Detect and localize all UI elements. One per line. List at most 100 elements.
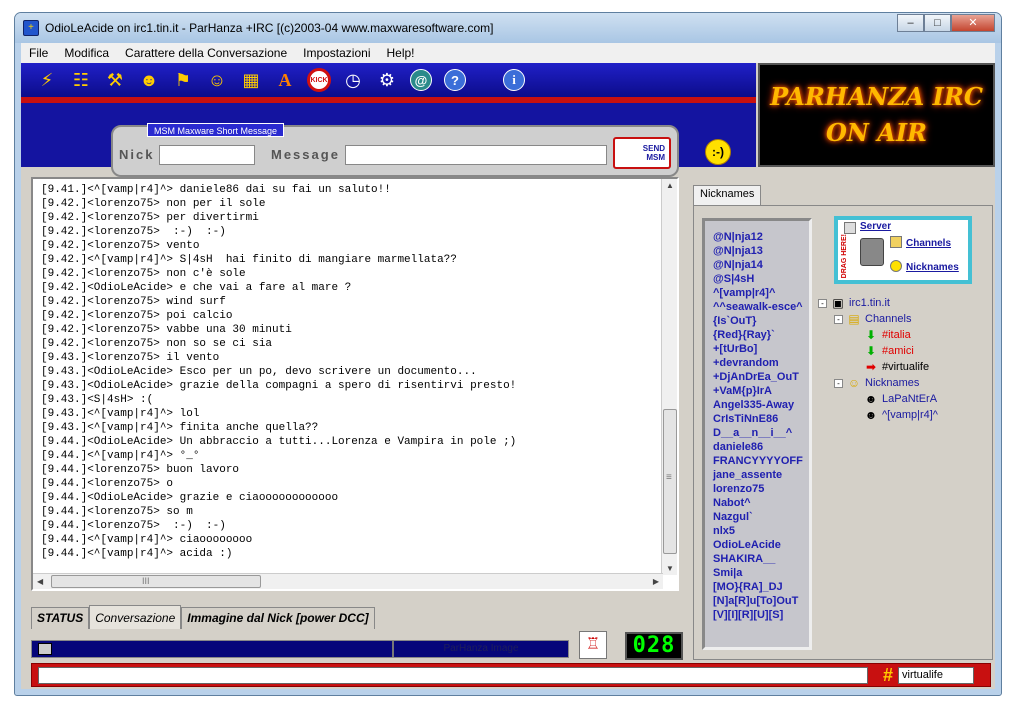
- nick-list-item[interactable]: +devrandom: [713, 356, 809, 370]
- nick-list-item[interactable]: +[tUrBo]: [713, 342, 809, 356]
- msm-message-input[interactable]: [345, 145, 607, 165]
- nick-list-item[interactable]: Nazgul`: [713, 510, 809, 524]
- nick-list-item[interactable]: {Red}{Ray}`: [713, 328, 809, 342]
- font-icon[interactable]: A: [269, 66, 301, 94]
- nick-list-item[interactable]: Angel335-Away: [713, 398, 809, 412]
- nick-list-item[interactable]: [N]a[R]u[To]OuT: [713, 594, 809, 608]
- channel-list-icon[interactable]: ☷: [65, 66, 97, 94]
- minimize-button[interactable]: –: [897, 14, 924, 32]
- nick-list[interactable]: @N|nja12 @N|nja13 @N|nja14 @S|4sH ^[vamp|r4]…: [705, 221, 809, 647]
- nick-list-frame: @N|nja12 @N|nja13 @N|nja14 @S|4sH ^[vamp|r4]…: [702, 218, 812, 650]
- scroll-right-icon[interactable]: ▶: [653, 577, 659, 586]
- status-bar: ParHanza Image: [31, 640, 569, 658]
- help-icon[interactable]: ?: [444, 69, 466, 91]
- nick-list-item[interactable]: Nabot^: [713, 496, 809, 510]
- scroll-left-icon[interactable]: ◀: [37, 577, 43, 586]
- join-icon[interactable]: ⚑: [167, 66, 199, 94]
- app-icon: +: [23, 20, 39, 36]
- nick-list-item[interactable]: FRANCYYYYOFF: [713, 454, 809, 468]
- nick-list-item[interactable]: nlx5: [713, 524, 809, 538]
- kick-icon[interactable]: KICK: [307, 68, 331, 92]
- tree-server-row[interactable]: - ▣ irc1.tin.it: [818, 296, 890, 310]
- nick-list-item[interactable]: lorenzo75: [713, 482, 809, 496]
- nick-list-item[interactable]: @N|nja12: [713, 230, 809, 244]
- nick-list-item[interactable]: SHAKIRA__: [713, 552, 809, 566]
- tree-user-row[interactable]: ☻ ^[vamp|r4]^: [864, 408, 938, 422]
- info-icon[interactable]: i: [503, 69, 525, 91]
- collapse-icon[interactable]: -: [818, 298, 827, 308]
- nick-list-item[interactable]: @S|4sH: [713, 272, 809, 286]
- channel-options-icon[interactable]: ▦: [235, 66, 267, 94]
- email-icon[interactable]: @: [410, 69, 432, 91]
- connect-icon[interactable]: ⚡: [31, 66, 63, 94]
- msm-nick-input[interactable]: [159, 145, 255, 165]
- menu-carattere[interactable]: Carattere della Conversazione: [117, 46, 295, 60]
- nick-list-item[interactable]: ^^seawalk-esce^: [713, 300, 809, 314]
- nick-list-item[interactable]: {Is`OuT}: [713, 314, 809, 328]
- chat-line: [9.42.]<lorenzo75> non c'è sole: [41, 268, 246, 280]
- server-link[interactable]: Server: [860, 221, 891, 232]
- nick-list-item[interactable]: Smi|a: [713, 566, 809, 580]
- client-area: File Modifica Carattere della Conversazi…: [21, 43, 995, 689]
- nick-list-item[interactable]: @N|nja13: [713, 244, 809, 258]
- tree-user-row[interactable]: ☻ LaPaNtErA: [864, 392, 937, 406]
- tools-icon[interactable]: ⚒: [99, 66, 131, 94]
- drag-here-box[interactable]: DRAG HERE! Server Channels Nicknames: [834, 216, 972, 284]
- tab-conversazione[interactable]: Conversazione: [89, 605, 182, 629]
- server-icon: ▣: [832, 296, 844, 310]
- tree-channel-amici[interactable]: ⬇ #amici: [864, 344, 914, 358]
- collapse-icon[interactable]: -: [834, 378, 843, 388]
- nick-list-item[interactable]: daniele86: [713, 440, 809, 454]
- message-input[interactable]: [38, 667, 868, 684]
- exit-door-icon[interactable]: ♖: [579, 631, 607, 659]
- channel-field[interactable]: virtualife: [898, 667, 974, 684]
- nick-icon[interactable]: ☺: [201, 66, 233, 94]
- close-button[interactable]: ✕: [951, 14, 995, 32]
- tab-status[interactable]: STATUS: [31, 607, 90, 629]
- scroll-up-icon[interactable]: ▲: [666, 181, 674, 190]
- maximize-button[interactable]: □: [924, 14, 951, 32]
- collapse-icon[interactable]: -: [834, 314, 843, 324]
- chat-line: [9.42.]<lorenzo75> wind surf: [41, 296, 226, 308]
- tree-nicknames-row[interactable]: - ☺ Nicknames: [834, 376, 919, 390]
- nick-list-item[interactable]: D__a__n__i__^: [713, 426, 809, 440]
- tab-immagine-dal-nick[interactable]: Immagine dal Nick [power DCC]: [181, 607, 375, 629]
- menu-impostazioni[interactable]: Impostazioni: [295, 46, 378, 60]
- horizontal-grip: III: [142, 576, 150, 586]
- nick-list-item[interactable]: +VaM{p}IrA: [713, 384, 809, 398]
- tree-channel-italia[interactable]: ⬇ #italia: [864, 328, 911, 342]
- nick-list-item[interactable]: jane_assente: [713, 468, 809, 482]
- clock-icon[interactable]: ◷: [337, 66, 369, 94]
- nick-list-item[interactable]: ^[vamp|r4]^: [713, 286, 809, 300]
- menu-modifica[interactable]: Modifica: [56, 46, 117, 60]
- drag-here-label: DRAG HERE!: [841, 234, 848, 279]
- tree-channels-row[interactable]: - ▤ Channels: [834, 312, 911, 326]
- digital-counter: 028: [625, 632, 683, 660]
- nicknames-link[interactable]: Nicknames: [906, 262, 959, 273]
- nick-list-item[interactable]: @N|nja14: [713, 258, 809, 272]
- tab-nicknames[interactable]: Nicknames: [693, 185, 762, 205]
- horizontal-scrollbar[interactable]: ◀ III ▶: [33, 573, 663, 589]
- tree-channels-label: Channels: [865, 313, 912, 325]
- title-bar[interactable]: + OdioLeAcide on irc1.tin.it - ParHanza …: [15, 13, 1001, 43]
- chat-window[interactable]: [9.41.]<^[vamp|r4]^> daniele86 dai su fa…: [31, 177, 679, 591]
- settings-icon[interactable]: ⚙: [371, 66, 403, 94]
- menu-help[interactable]: Help!: [379, 46, 423, 60]
- users-icon[interactable]: ☻: [133, 66, 165, 94]
- nick-list-item[interactable]: +DjAnDrEa_OuT: [713, 370, 809, 384]
- menu-file[interactable]: File: [21, 46, 56, 60]
- vertical-scroll-thumb[interactable]: ≡: [663, 409, 677, 554]
- horizontal-scroll-thumb[interactable]: III: [51, 575, 261, 588]
- tree-channel-virtualife[interactable]: ➡ #virtualife: [864, 360, 929, 374]
- channels-link[interactable]: Channels: [906, 238, 951, 249]
- chat-line: [9.42.]<lorenzo75> vabbe una 30 minuti: [41, 324, 292, 336]
- vertical-scrollbar[interactable]: ▲ ≡ ▼: [661, 179, 677, 575]
- nick-list-item[interactable]: OdioLeAcide: [713, 538, 809, 552]
- scroll-down-icon[interactable]: ▼: [666, 564, 674, 573]
- nick-list-item[interactable]: [V][I][R][U][S]: [713, 608, 809, 622]
- nick-list-item[interactable]: [MO}{RA]_DJ: [713, 580, 809, 594]
- send-msm-button[interactable]: SEND MSM: [613, 137, 671, 169]
- msm-header: MSM Maxware Short Message: [147, 123, 285, 137]
- smiley-icon[interactable]: :-): [705, 139, 731, 165]
- nick-list-item[interactable]: CrIsTiNnE86: [713, 412, 809, 426]
